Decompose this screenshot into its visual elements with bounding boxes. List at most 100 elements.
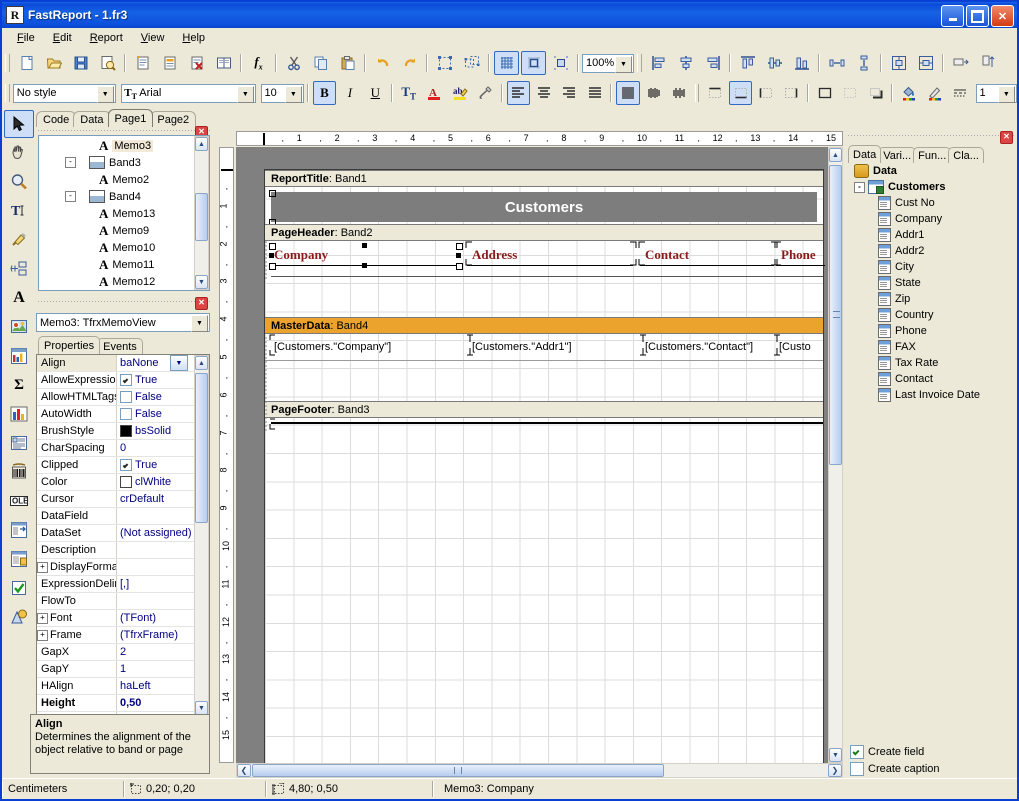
line-width-combo[interactable]: 1 ▼ (976, 84, 1017, 103)
save-icon[interactable] (68, 51, 93, 75)
close-icon[interactable]: ✕ (1000, 131, 1013, 144)
data-tree[interactable]: Data - Customers Cust No Company Addr1 A… (848, 163, 1015, 741)
band-header-pagefooter[interactable]: PageFooter: Band3 (265, 401, 823, 418)
tab-page1[interactable]: Page1 (108, 109, 154, 127)
selection-handle[interactable] (269, 263, 276, 270)
frame-all-icon[interactable] (813, 81, 836, 105)
property-value[interactable]: (TFont) (117, 612, 194, 624)
data-field-contact[interactable]: Contact (848, 371, 1015, 387)
scroll-thumb[interactable] (195, 373, 208, 523)
style-combo[interactable]: No style ▼ (13, 84, 116, 103)
formula-icon[interactable]: fx (246, 51, 271, 75)
property-row-font[interactable]: + Font (TFont) (37, 610, 194, 627)
barcode-tool[interactable] (4, 458, 34, 486)
create-caption-row[interactable]: Create caption (850, 762, 940, 776)
report-tree-scrollbar[interactable]: ▲ ▼ (194, 136, 209, 290)
align-left-edges-icon[interactable] (646, 51, 671, 75)
property-row-dataset[interactable]: DataSet (Not assigned) (37, 525, 194, 542)
close-icon[interactable]: ✕ (195, 297, 208, 310)
space-vertically-icon[interactable] (851, 51, 876, 75)
tree-item-memo9[interactable]: A Memo9 (43, 222, 191, 239)
menu-edit[interactable]: Edit (44, 30, 81, 46)
data-panel-grip[interactable]: ✕ (848, 132, 1015, 139)
selection-handle[interactable] (362, 263, 367, 268)
property-value[interactable]: 0 (117, 442, 194, 454)
tab-data[interactable]: Data (848, 145, 881, 163)
property-list[interactable]: Align baNone ▼ AllowExpression True Allo… (36, 354, 210, 717)
data-field-company[interactable]: Company (848, 211, 1015, 227)
property-row-align[interactable]: Align baNone ▼ (37, 355, 194, 372)
property-value[interactable]: (TfrxFrame) (117, 629, 194, 641)
data-field-zip[interactable]: Zip (848, 291, 1015, 307)
text-edit-tool[interactable]: T (4, 197, 34, 225)
chevron-down-icon[interactable]: ▼ (998, 86, 1015, 103)
property-row-expressiondelimiters[interactable]: ExpressionDelimiters [,] (37, 576, 194, 593)
scroll-up-icon[interactable]: ▲ (829, 148, 842, 162)
fit-width-icon[interactable] (948, 51, 973, 75)
property-value[interactable]: 0,50 (117, 697, 194, 709)
property-value[interactable]: True (117, 459, 194, 471)
rotate-0-icon[interactable] (616, 81, 639, 105)
data-tree-dataset[interactable]: - Customers (848, 179, 1015, 195)
checkbox-icon[interactable] (120, 459, 132, 471)
align-text-right-icon[interactable] (558, 81, 581, 105)
frame-none-icon[interactable] (839, 81, 862, 105)
data-field-addr1[interactable]: Addr1 (848, 227, 1015, 243)
property-row-gapx[interactable]: GapX 2 (37, 644, 194, 661)
tab-events[interactable]: Events (97, 338, 143, 354)
undo-icon[interactable] (370, 51, 395, 75)
rotate-90-icon[interactable] (642, 81, 665, 105)
new-icon[interactable] (14, 51, 39, 75)
subreport-tool[interactable] (4, 516, 34, 544)
space-horizontally-icon[interactable] (824, 51, 849, 75)
tree-item-memo12[interactable]: A Memo12 (43, 273, 191, 290)
tree-item-band3[interactable]: - Band3 (43, 154, 191, 171)
property-row-gapy[interactable]: GapY 1 (37, 661, 194, 678)
scroll-down-icon[interactable]: ▼ (829, 748, 842, 762)
line-style-icon[interactable] (948, 81, 971, 105)
create-field-row[interactable]: Create field (850, 745, 924, 759)
frame-right-icon[interactable] (780, 81, 803, 105)
format-painter-icon[interactable] (473, 81, 496, 105)
selection-handle[interactable] (456, 263, 463, 270)
property-row-frame[interactable]: + Frame (TfrxFrame) (37, 627, 194, 644)
rotate-270-icon[interactable] (667, 81, 690, 105)
paste-icon[interactable] (335, 51, 360, 75)
center-vertically-icon[interactable] (913, 51, 938, 75)
highlight-icon[interactable]: ab (448, 81, 471, 105)
snap-to-grid-icon[interactable] (521, 51, 546, 75)
line-color-icon[interactable] (923, 81, 946, 105)
band-header-masterdata[interactable]: MasterData: Band4 (265, 317, 823, 334)
align-top-edges-icon[interactable] (735, 51, 760, 75)
chart-tool[interactable] (4, 400, 34, 428)
property-value[interactable]: False (117, 391, 194, 403)
data-field-last-invoice-date[interactable]: Last Invoice Date (848, 387, 1015, 403)
property-value[interactable]: crDefault (117, 493, 194, 505)
selection-handle[interactable] (269, 243, 276, 250)
grid-icon[interactable] (494, 51, 519, 75)
font-dialog-icon[interactable]: TT (397, 81, 420, 105)
property-row-displayformat[interactable]: + DisplayFormat (37, 559, 194, 576)
new-page-icon[interactable] (157, 51, 182, 75)
memo-tool[interactable]: A (4, 284, 34, 312)
memo-company-header[interactable]: Company (271, 245, 367, 265)
frame-bottom-icon[interactable] (729, 81, 752, 105)
zoom-tool[interactable] (4, 168, 34, 196)
property-row-halign[interactable]: HAlign haLeft (37, 678, 194, 695)
canvas-vertical-scrollbar[interactable]: ▲ ▼ (828, 147, 843, 763)
property-value[interactable]: 1 (117, 663, 194, 675)
tab-code[interactable]: Code (36, 111, 76, 127)
menu-file[interactable]: File (8, 30, 44, 46)
property-row-brushstyle[interactable]: BrushStyle bsSolid (37, 423, 194, 440)
collapse-toggle-icon[interactable]: - (854, 182, 865, 193)
tab-functions[interactable]: Fun... (913, 147, 951, 163)
property-row-allowhtmltags[interactable]: AllowHTMLTags False (37, 389, 194, 406)
cross-tab-tool[interactable] (4, 545, 34, 573)
font-size-combo[interactable]: 10 ▼ (261, 84, 304, 103)
font-name-combo[interactable]: TT Arial ▼ (121, 84, 256, 103)
new-report-icon[interactable] (130, 51, 155, 75)
selection-handle[interactable] (456, 253, 461, 258)
frame-left-icon[interactable] (754, 81, 777, 105)
ungroup-icon[interactable] (459, 51, 484, 75)
delete-page-icon[interactable] (184, 51, 209, 75)
